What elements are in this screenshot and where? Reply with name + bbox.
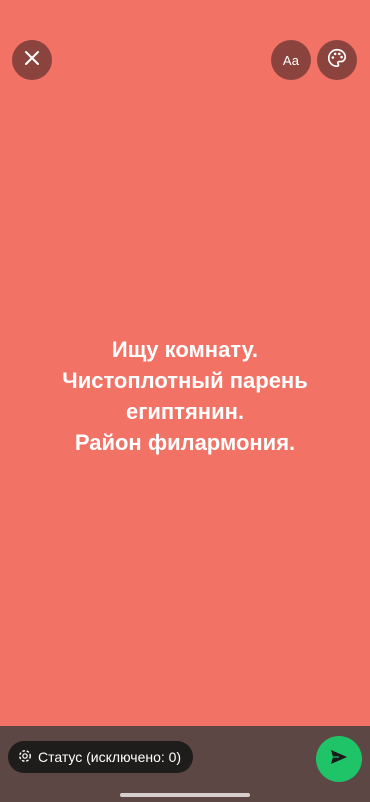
audience-label: Статус (исключено: 0) bbox=[38, 749, 182, 765]
home-indicator[interactable] bbox=[120, 793, 250, 797]
audience-chip[interactable]: Статус (исключено: 0) bbox=[8, 741, 194, 773]
font-button[interactable]: Aa bbox=[271, 40, 311, 80]
status-canvas[interactable]: Aa Ищу комнату. Чистоплотный парень егип… bbox=[0, 0, 370, 726]
palette-button[interactable] bbox=[317, 40, 357, 80]
status-text[interactable]: Ищу комнату. Чистоплотный парень египтян… bbox=[20, 334, 350, 458]
close-icon bbox=[23, 49, 41, 72]
status-icon bbox=[18, 749, 32, 766]
close-button[interactable] bbox=[12, 40, 52, 80]
bottom-bar: Статус (исключено: 0) bbox=[0, 726, 370, 802]
font-button-label: Aa bbox=[282, 52, 300, 68]
send-icon bbox=[329, 747, 349, 772]
send-button[interactable] bbox=[316, 736, 362, 782]
palette-icon bbox=[326, 47, 348, 74]
